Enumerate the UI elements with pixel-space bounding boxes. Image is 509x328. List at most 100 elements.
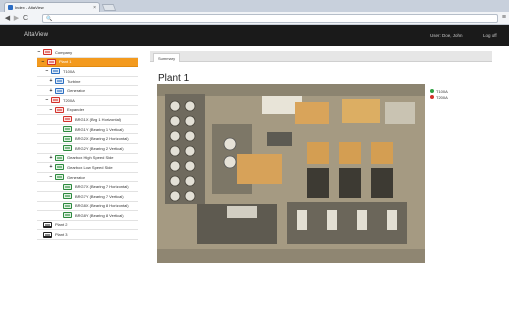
tree-item[interactable]: Plant 2 — [37, 220, 138, 231]
tree-item[interactable]: − T200A — [37, 95, 138, 106]
asset-tree: − Company − Plant 1 − T100A + Turbine + Generator… — [37, 48, 138, 240]
legend: T100A T200A — [430, 88, 448, 100]
brand-logo[interactable]: AltaView — [24, 32, 48, 38]
tree-item-label: BRG7X (Bearing 7 Horizontal) — [75, 184, 129, 190]
tab-bar: Summary — [150, 51, 492, 62]
collapse-icon[interactable]: − — [49, 107, 53, 112]
sensor-icon — [63, 212, 72, 219]
tree-item-label: T200A — [63, 97, 75, 103]
tree-item[interactable]: − Generator — [37, 172, 138, 183]
forward-button[interactable]: ▶ — [12, 14, 21, 22]
browser-tab-title: Index - AltaView — [15, 5, 44, 10]
tree-item[interactable]: BRG8Y (Bearing 8 Vertical) — [37, 211, 138, 221]
plant-icon — [43, 221, 52, 228]
browser-tab[interactable]: Index - AltaView × — [4, 2, 100, 12]
tree-item[interactable]: − T100A — [37, 67, 138, 77]
tree-item[interactable]: BRG1Y (Bearing 1 Vertical) — [37, 124, 138, 135]
tree-item[interactable]: − Plant 1 — [37, 57, 138, 68]
tree-item-label: BRG2X (Bearing 2 Horizontal) — [75, 136, 129, 142]
sensor-icon — [63, 145, 72, 152]
tree-item-label: BRG2Y (Bearing 2 Vertical) — [75, 145, 124, 151]
user-name: User: Doe, John — [430, 33, 463, 38]
collapse-icon[interactable]: − — [45, 98, 49, 103]
tree-item[interactable]: BRG2X (Bearing 2 Horizontal) — [37, 134, 138, 144]
tree-item-label: Company — [55, 49, 73, 55]
tree-item-label: BRG1X (Brg 1 Horizontal) — [75, 116, 122, 122]
turbine-icon — [55, 78, 64, 85]
tree-item[interactable]: + Gearbox Low Speed Side — [37, 163, 138, 173]
company-icon — [43, 49, 52, 56]
browser-menu-icon[interactable]: ≡ — [502, 14, 506, 21]
expand-icon[interactable]: + — [49, 79, 53, 84]
expander-icon — [55, 106, 64, 113]
sensor-icon — [63, 126, 72, 133]
search-icon: 🔍 — [46, 15, 53, 22]
sensor-icon — [63, 116, 72, 123]
tree-item[interactable]: + Generator — [37, 86, 138, 96]
gearbox-icon — [55, 154, 64, 161]
reload-button[interactable]: C — [21, 15, 30, 22]
close-icon[interactable]: × — [93, 5, 96, 11]
new-tab-button[interactable] — [101, 4, 117, 11]
tree-item[interactable]: BRG8X (Bearing 8 Horizontal) — [37, 201, 138, 212]
plant-icon — [43, 231, 52, 238]
page-title: Plant 1 — [158, 73, 190, 84]
legend-item[interactable]: T200A — [430, 94, 448, 100]
generator-icon — [55, 174, 64, 181]
tree-item-label: BRG1Y (Bearing 1 Vertical) — [75, 126, 124, 132]
tree-item[interactable]: BRG7X (Bearing 7 Horizontal) — [37, 182, 138, 192]
browser-tabstrip: Index - AltaView × — [0, 0, 509, 12]
aerial-photo-svg — [157, 84, 425, 263]
tree-item[interactable]: BRG1X (Brg 1 Horizontal) — [37, 115, 138, 125]
tree-item-label: Plant 2 — [55, 222, 68, 228]
tree-item[interactable]: + Gearbox High Speed Side — [37, 153, 138, 164]
collapse-icon[interactable]: − — [37, 50, 41, 55]
tree-item-label: Expander — [67, 107, 85, 113]
expand-icon[interactable]: + — [49, 88, 53, 93]
train-icon — [51, 97, 60, 104]
tree-item-label: Turbine — [67, 78, 81, 84]
train-icon — [51, 68, 60, 75]
tree-item-label: Gearbox High Speed Side — [67, 155, 114, 161]
legend-dot-icon — [430, 89, 434, 93]
tree-item[interactable]: BRG7Y (Bearing 7 Vertical) — [37, 191, 138, 202]
tree-item-label: BRG8X (Bearing 8 Horizontal) — [75, 203, 129, 209]
back-button[interactable]: ◀ — [3, 14, 12, 22]
collapse-icon[interactable]: − — [45, 69, 49, 74]
legend-label: T100A — [436, 88, 448, 94]
collapse-icon[interactable]: − — [41, 59, 45, 64]
legend-label: T200A — [436, 94, 448, 100]
tree-item-label: Gearbox Low Speed Side — [67, 164, 113, 170]
plant-icon — [47, 58, 56, 65]
logoff-link[interactable]: Log off — [483, 33, 497, 38]
tree-item[interactable]: + Turbine — [37, 76, 138, 87]
sensor-icon — [63, 202, 72, 209]
address-bar[interactable]: 🔍 — [42, 14, 498, 23]
collapse-icon[interactable]: − — [49, 175, 53, 180]
sensor-icon — [63, 135, 72, 142]
browser-toolbar: ◀ ▶ C 🔍 ≡ — [0, 12, 509, 25]
gearbox-icon — [55, 164, 64, 171]
tree-item[interactable]: − Expander — [37, 105, 138, 116]
tab-summary[interactable]: Summary — [153, 53, 181, 62]
tree-item[interactable]: BRG2Y (Bearing 2 Vertical) — [37, 143, 138, 154]
legend-dot-icon — [430, 95, 434, 99]
sensor-icon — [63, 183, 72, 190]
expand-icon[interactable]: + — [49, 165, 53, 170]
expand-icon[interactable]: + — [49, 155, 53, 160]
tree-item-label: T100A — [63, 68, 75, 74]
tree-item[interactable]: − Company — [37, 48, 138, 58]
tree-item[interactable]: Plant 3 — [37, 230, 138, 240]
tree-item-label: Generator — [67, 174, 86, 180]
favicon-icon — [8, 5, 13, 10]
aerial-plant-photo[interactable] — [157, 84, 425, 263]
app-header: AltaView User: Doe, John Log off — [0, 25, 509, 46]
